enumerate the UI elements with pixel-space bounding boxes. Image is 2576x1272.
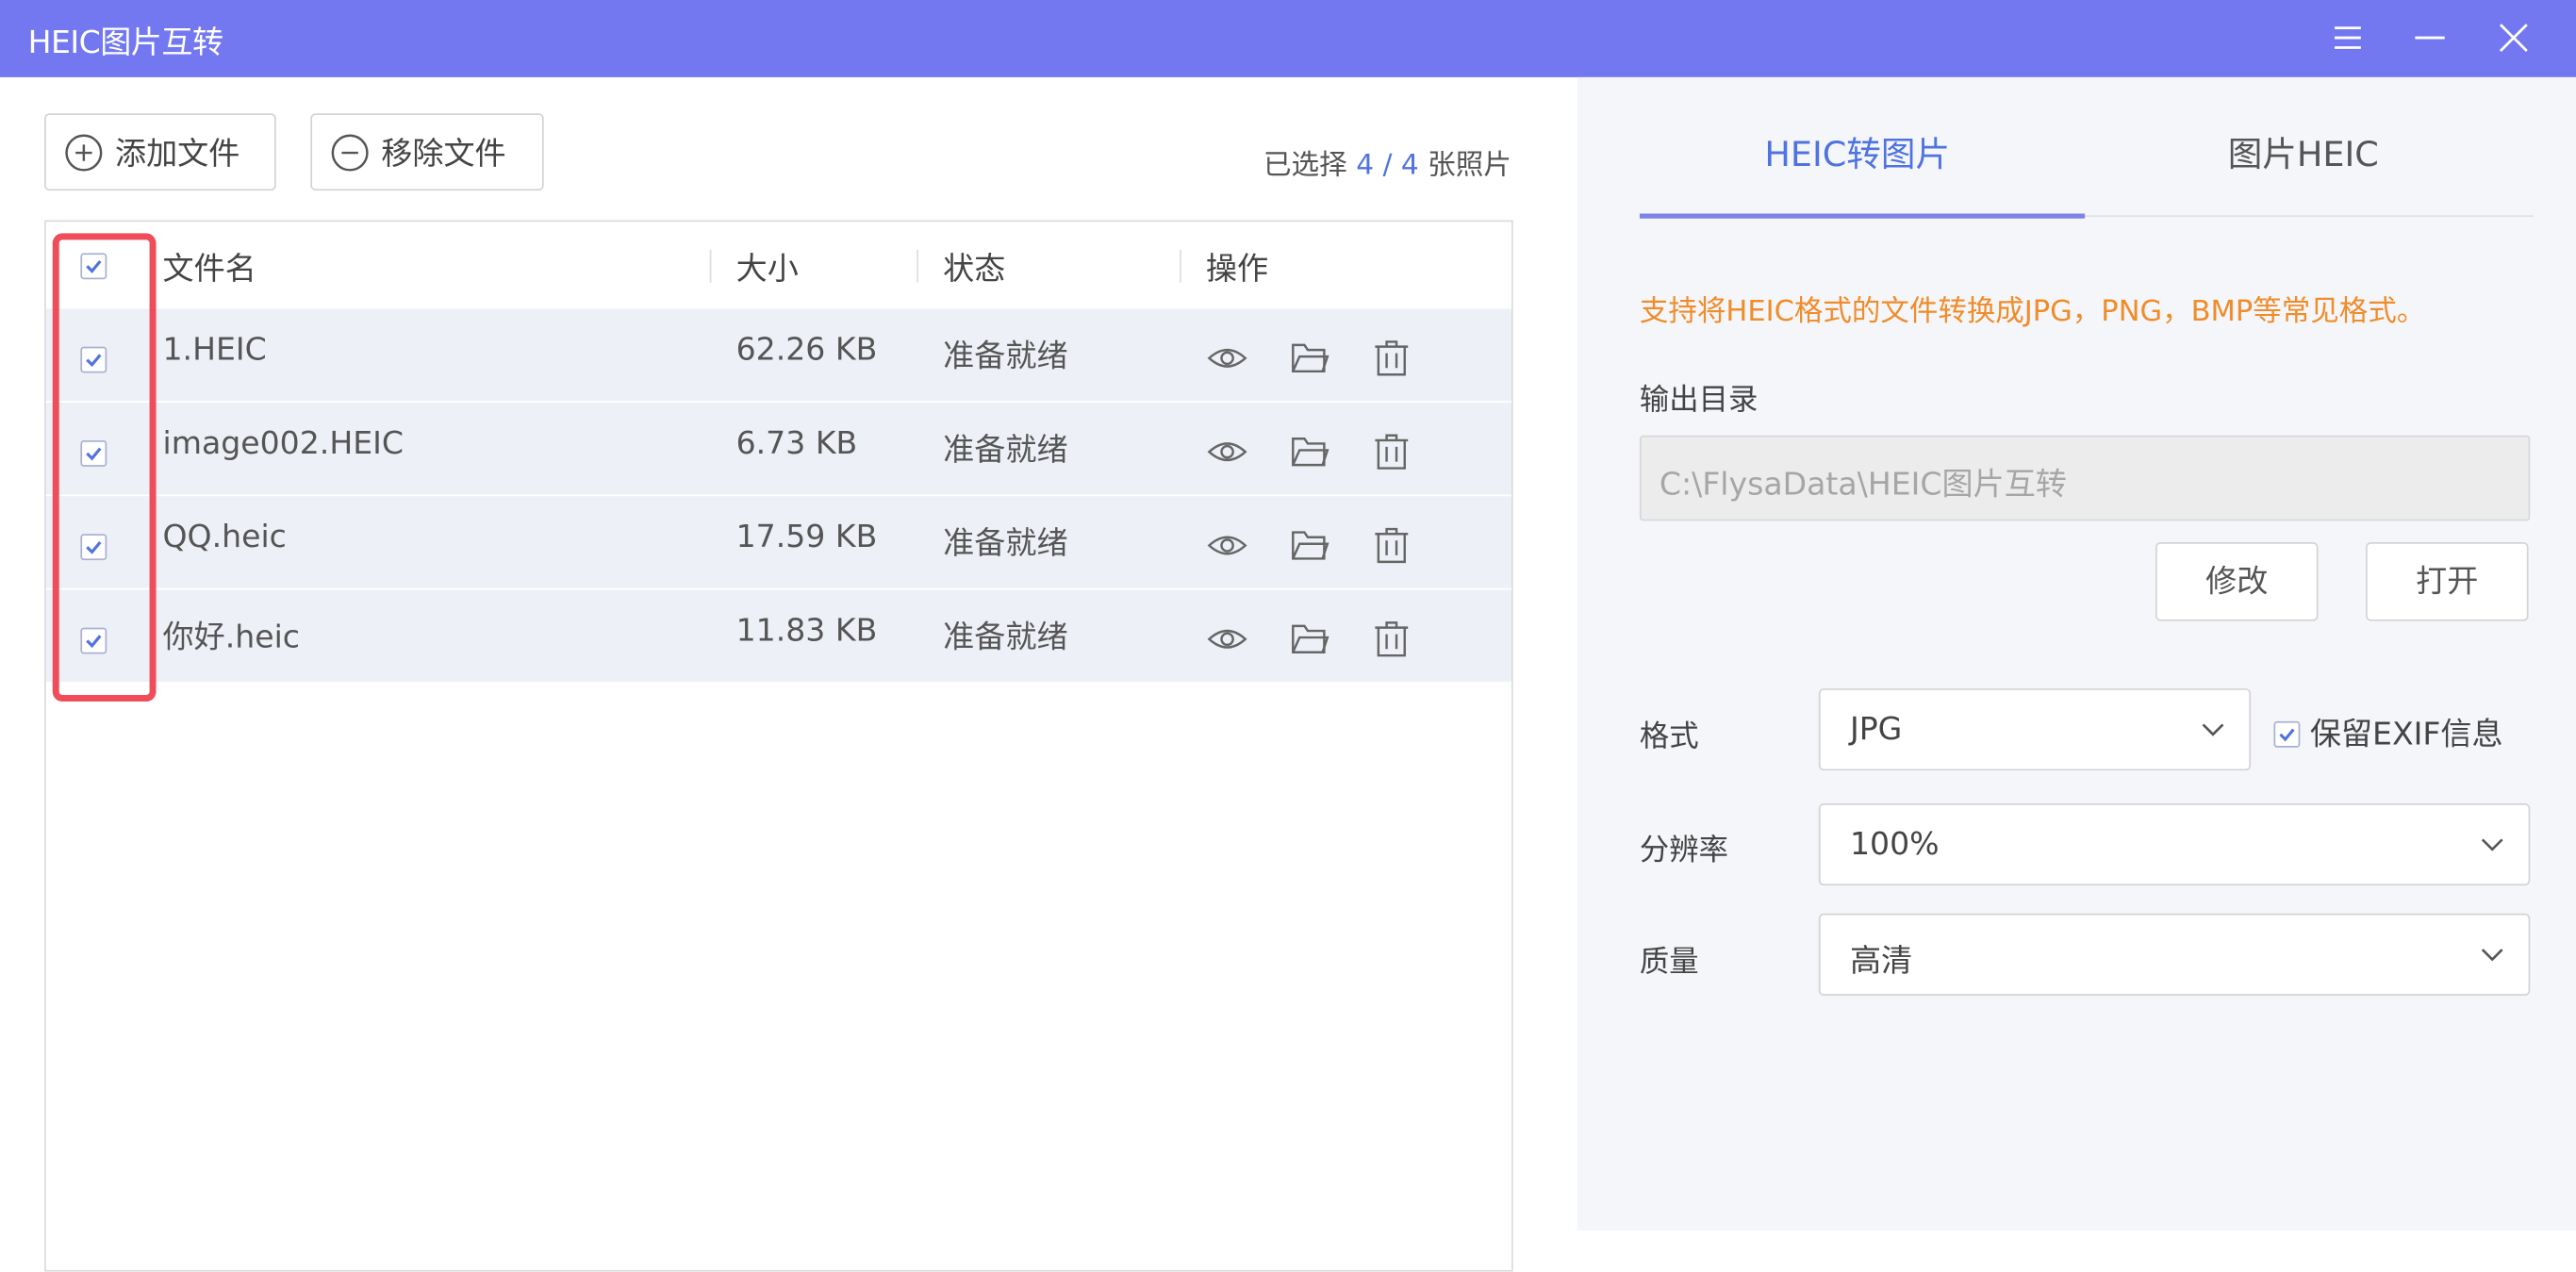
output-dir-label: 输出目录 — [1639, 382, 1759, 418]
open-button[interactable]: 打开 — [2366, 541, 2529, 621]
file-status: 准备就绪 — [943, 432, 1068, 469]
format-value: JPG — [1849, 711, 1903, 748]
exif-option[interactable]: 保留EXIF信息 — [2273, 710, 2503, 754]
quality-value: 高清 — [1849, 943, 1913, 980]
format-label: 格式 — [1639, 719, 1699, 754]
format-notice: 支持将HEIC格式的文件转换成JPG，PNG，BMP等常见格式。 — [1639, 295, 2426, 329]
selection-number: 4 / 4 — [1356, 149, 1419, 183]
select-all-checkbox[interactable] — [80, 253, 107, 280]
exif-checkbox[interactable] — [2273, 720, 2301, 748]
column-header-size: 大小 — [735, 251, 799, 288]
trash-icon[interactable] — [1370, 337, 1412, 379]
row-checkbox[interactable] — [80, 439, 107, 467]
window-title: HEIC图片互转 — [27, 25, 223, 61]
exif-label: 保留EXIF信息 — [2309, 716, 2503, 753]
resolution-label: 分辨率 — [1639, 833, 1729, 867]
file-name: 1.HEIC — [162, 331, 267, 369]
file-status: 准备就绪 — [943, 525, 1068, 562]
file-name: QQ.heic — [162, 519, 287, 555]
column-divider — [1180, 249, 1181, 283]
modify-button[interactable]: 修改 — [2155, 541, 2319, 621]
folder-icon[interactable] — [1288, 337, 1330, 379]
row-checkbox[interactable] — [80, 627, 107, 654]
trash-icon[interactable] — [1370, 618, 1412, 660]
settings-panel: HEIC转图片 图片HEIC 支持将HEIC格式的文件转换成JPG，PNG，BM… — [1577, 76, 2576, 1231]
trash-icon[interactable] — [1370, 431, 1412, 473]
table-header: 文件名 大小 状态 操作 — [46, 222, 1511, 310]
resolution-value: 100% — [1849, 826, 1940, 863]
tab-image-to-heic[interactable]: 图片HEIC — [2228, 128, 2379, 177]
table-row[interactable]: 1.HEIC 62.26 KB 准备就绪 — [45, 306, 1512, 402]
row-checkbox[interactable] — [80, 534, 107, 561]
file-status: 准备就绪 — [943, 619, 1068, 656]
eye-icon[interactable] — [1206, 618, 1248, 660]
remove-file-label: 移除文件 — [381, 136, 506, 173]
chevron-down-icon — [2481, 949, 2503, 962]
table-row[interactable]: image002.HEIC 6.73 KB 准备就绪 — [45, 401, 1512, 495]
file-size: 6.73 KB — [735, 425, 858, 462]
folder-icon[interactable] — [1288, 618, 1330, 660]
folder-icon[interactable] — [1288, 431, 1330, 473]
file-size: 62.26 KB — [735, 331, 878, 369]
selection-suffix: 张照片 — [1428, 149, 1512, 183]
menu-icon[interactable] — [2326, 16, 2369, 58]
chevron-down-icon — [2481, 838, 2503, 851]
output-dir-field: C:\FlysaData\HEIC图片互转 — [1639, 435, 2531, 521]
format-select[interactable]: JPG — [1818, 688, 2252, 771]
minimize-icon[interactable] — [2408, 16, 2451, 58]
chevron-down-icon — [2202, 723, 2224, 736]
add-file-label: 添加文件 — [114, 136, 240, 173]
folder-icon[interactable] — [1288, 524, 1330, 567]
column-header-status: 状态 — [943, 251, 1006, 288]
file-status: 准备就绪 — [943, 338, 1068, 375]
remove-file-button[interactable]: 移除文件 — [310, 113, 544, 191]
eye-icon[interactable] — [1206, 431, 1248, 473]
column-divider — [709, 249, 712, 283]
file-size: 17.59 KB — [735, 519, 878, 555]
file-size: 11.83 KB — [735, 612, 878, 650]
close-icon[interactable] — [2492, 16, 2535, 58]
row-checkbox[interactable] — [80, 346, 107, 373]
eye-icon[interactable] — [1206, 524, 1248, 567]
file-name: 你好.heic — [162, 619, 300, 656]
resolution-select[interactable]: 100% — [1818, 803, 2531, 886]
plus-circle-icon — [65, 133, 103, 171]
column-header-actions: 操作 — [1205, 251, 1269, 288]
tab-heic-to-image[interactable]: HEIC转图片 — [1764, 128, 1950, 177]
eye-icon[interactable] — [1206, 337, 1248, 379]
title-bar: HEIC图片互转 — [0, 0, 2576, 77]
column-divider — [916, 249, 919, 283]
column-header-name: 文件名 — [162, 251, 256, 288]
selection-count: 已选择 4 / 4 张照片 — [1263, 141, 1511, 183]
file-list: 文件名 大小 状态 操作 1.HEIC 62.26 KB 准备就绪 image0… — [44, 220, 1513, 1272]
selection-prefix: 已选择 — [1263, 149, 1347, 183]
trash-icon[interactable] — [1370, 524, 1412, 567]
add-file-button[interactable]: 添加文件 — [44, 113, 276, 191]
quality-label: 质量 — [1639, 944, 1699, 980]
table-row[interactable]: 你好.heic 11.83 KB 准备就绪 — [45, 587, 1512, 683]
table-row[interactable]: QQ.heic 17.59 KB 准备就绪 — [45, 494, 1512, 588]
file-name: image002.HEIC — [162, 425, 405, 462]
quality-select[interactable]: 高清 — [1818, 913, 2531, 996]
minus-circle-icon — [331, 133, 369, 171]
active-tab-indicator — [1639, 213, 2086, 219]
